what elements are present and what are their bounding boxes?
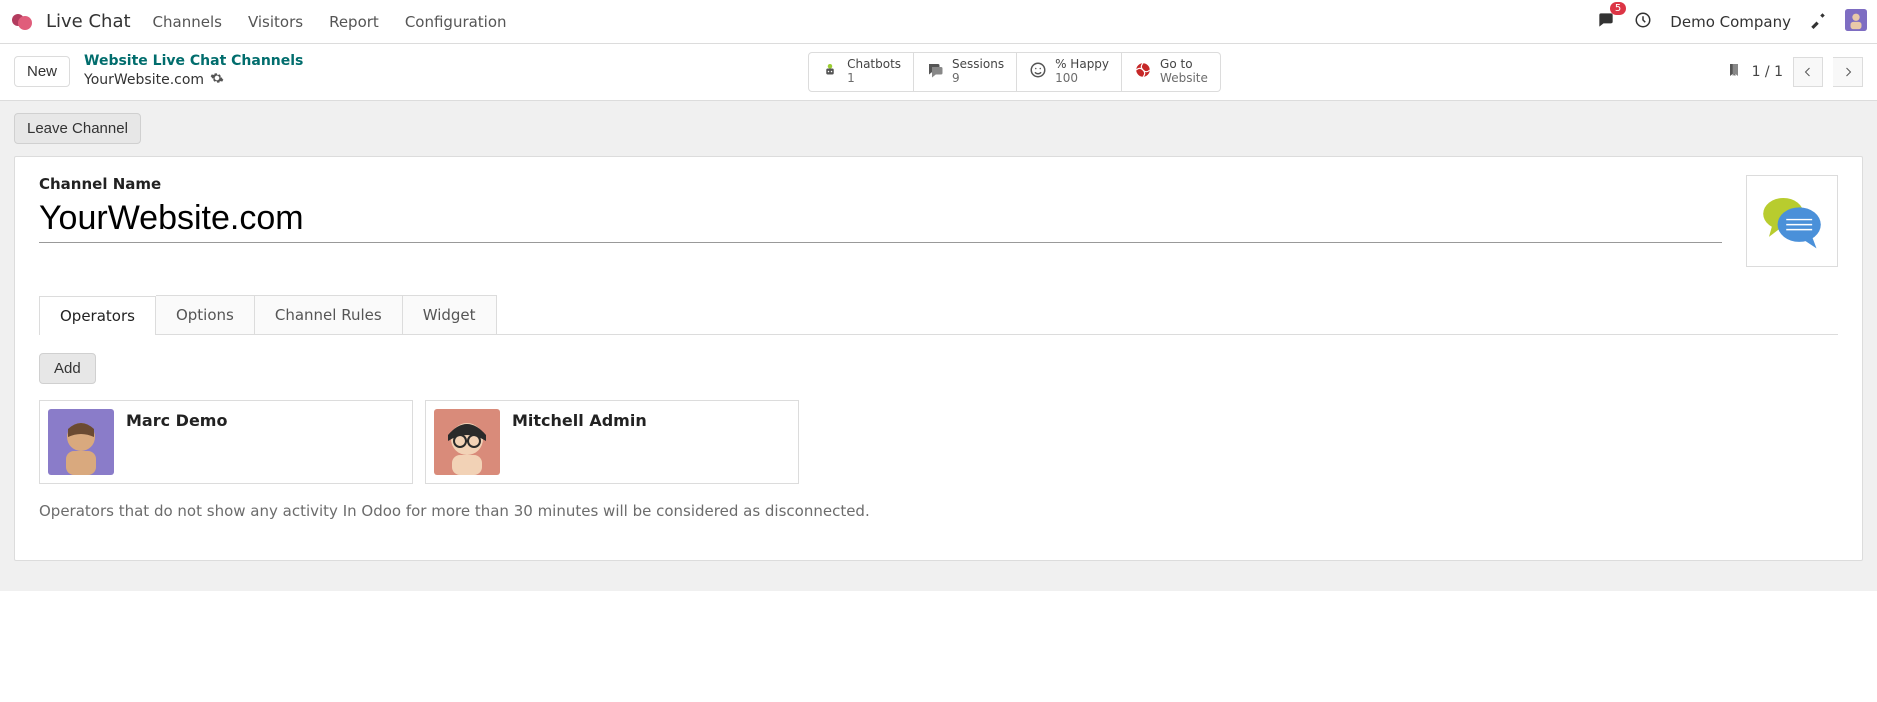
wrench-icon — [1809, 11, 1827, 29]
chevron-left-icon — [1802, 66, 1814, 78]
robot-icon — [821, 61, 839, 83]
new-button[interactable]: New — [14, 56, 70, 87]
avatar-icon[interactable] — [1845, 9, 1867, 35]
tab-channel-rules[interactable]: Channel Rules — [255, 295, 403, 334]
breadcrumb: Website Live Chat Channels YourWebsite.c… — [84, 53, 303, 90]
stat-chatbots[interactable]: Chatbots1 — [808, 52, 914, 92]
operator-card[interactable]: Marc Demo — [39, 400, 413, 484]
menu-visitors[interactable]: Visitors — [248, 13, 303, 31]
bookmark-icon[interactable] — [1726, 62, 1742, 82]
chat-bubbles-icon — [1756, 185, 1828, 257]
page-body: Leave Channel Channel Name Oper — [0, 101, 1877, 591]
channel-image[interactable] — [1746, 175, 1838, 267]
tab-panel-operators: Add Marc Demo — [39, 334, 1838, 520]
sub-header: New Website Live Chat Channels YourWebsi… — [0, 44, 1877, 101]
menu-report[interactable]: Report — [329, 13, 379, 31]
debug-button[interactable] — [1809, 11, 1827, 33]
pager-prev[interactable] — [1793, 57, 1823, 87]
globe-icon — [1134, 61, 1152, 83]
stat-happy[interactable]: % Happy100 — [1017, 52, 1122, 92]
activities-button[interactable] — [1634, 11, 1652, 33]
tab-widget[interactable]: Widget — [403, 295, 497, 334]
stat-sessions[interactable]: Sessions9 — [914, 52, 1017, 92]
breadcrumb-current: YourWebsite.com — [84, 72, 204, 90]
company-switcher[interactable]: Demo Company — [1670, 13, 1791, 31]
add-operator-button[interactable]: Add — [39, 353, 96, 384]
pager-next[interactable] — [1833, 57, 1863, 87]
channel-name-label: Channel Name — [39, 175, 1722, 193]
menu-channels[interactable]: Channels — [153, 13, 222, 31]
comments-icon — [926, 61, 944, 83]
stat-buttons: Chatbots1 Sessions9 % Happy100 Go toWebs… — [808, 52, 1221, 92]
breadcrumb-parent[interactable]: Website Live Chat Channels — [84, 53, 303, 71]
gear-icon[interactable] — [210, 71, 224, 91]
clock-icon — [1634, 11, 1652, 29]
messages-count: 5 — [1610, 2, 1626, 15]
avatar-icon — [48, 409, 114, 475]
avatar-icon — [434, 409, 500, 475]
smile-icon — [1029, 61, 1047, 83]
operators-hint: Operators that do not show any activity … — [39, 502, 1838, 520]
app-icon — [10, 10, 34, 34]
menu-configuration[interactable]: Configuration — [405, 13, 507, 31]
pager-text[interactable]: 1 / 1 — [1752, 64, 1783, 80]
channel-name-input[interactable] — [39, 195, 1722, 243]
stat-website[interactable]: Go toWebsite — [1122, 52, 1221, 92]
messages-button[interactable]: 5 — [1596, 10, 1616, 34]
form-card: Channel Name Operators Options Channel R… — [14, 156, 1863, 561]
top-nav: Live Chat Channels Visitors Report Confi… — [0, 0, 1877, 44]
tab-operators[interactable]: Operators — [39, 296, 156, 335]
tab-options[interactable]: Options — [156, 295, 255, 334]
operator-name: Mitchell Admin — [512, 409, 647, 430]
tabs: Operators Options Channel Rules Widget — [39, 295, 1838, 334]
chevron-right-icon — [1842, 66, 1854, 78]
leave-channel-button[interactable]: Leave Channel — [14, 113, 141, 144]
pager: 1 / 1 — [1726, 57, 1863, 87]
operator-card[interactable]: Mitchell Admin — [425, 400, 799, 484]
app-name[interactable]: Live Chat — [46, 11, 131, 32]
operator-name: Marc Demo — [126, 409, 227, 430]
